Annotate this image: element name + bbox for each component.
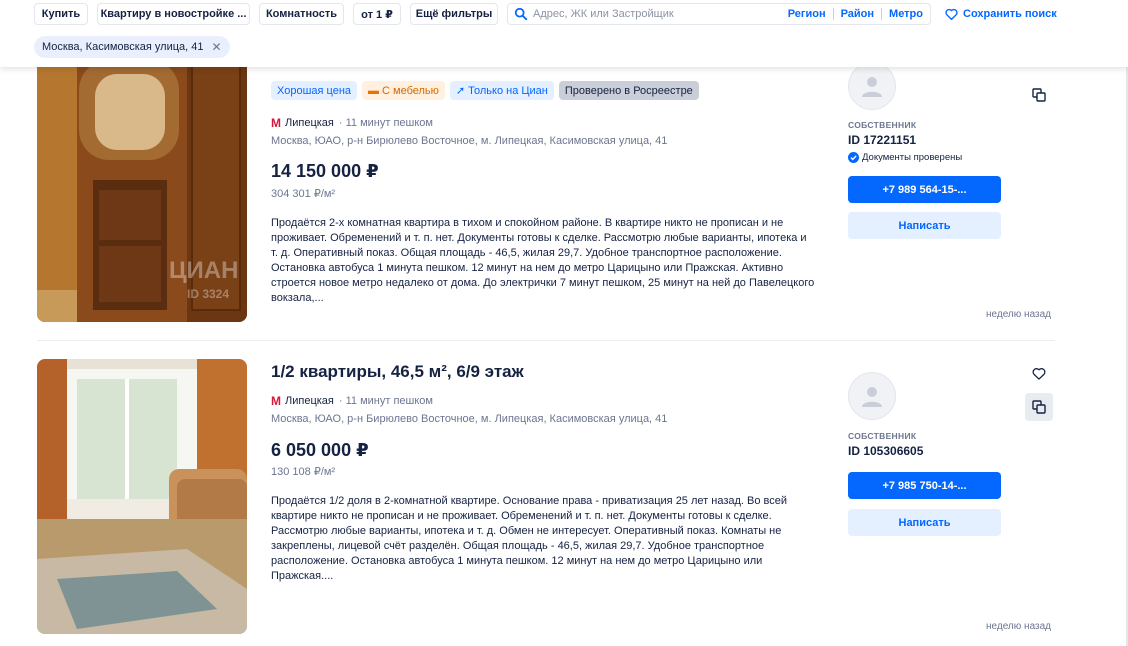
price-button[interactable]: от 1 ₽	[353, 3, 401, 25]
price-per-meter: 130 108 ₽/м²	[271, 466, 336, 478]
region-link[interactable]: Регион	[781, 8, 833, 20]
heart-icon	[1032, 367, 1046, 380]
listing-price: 14 150 000 ₽	[271, 161, 379, 181]
avatar	[848, 372, 896, 420]
owner-id: ID 105306605	[848, 444, 924, 458]
write-button[interactable]: Написать	[848, 509, 1001, 536]
good-price-badge: Хорошая цена	[271, 81, 358, 100]
furniture-badge: ▬ С мебелью	[362, 81, 445, 100]
sofa-icon: ▬	[368, 84, 380, 97]
docs-checked: Документы проверены	[848, 152, 962, 163]
metro-icon: M	[271, 116, 281, 130]
rooms-button[interactable]: Комнатность	[259, 3, 344, 25]
listing-photo[interactable]: ЦИАН ID 3324	[37, 40, 247, 322]
listing-title[interactable]: 1/2 квартиры, 46,5 м², 6/9 этаж	[271, 362, 524, 382]
only-cian-badge-label: Только на Циан	[468, 84, 548, 97]
metro-link[interactable]: Метро	[882, 8, 930, 20]
furniture-badge-label: С мебелью	[382, 84, 439, 97]
posted-date: неделю назад	[986, 309, 1051, 320]
compare-button[interactable]	[1025, 81, 1053, 109]
watermark-text: ЦИАН	[169, 257, 238, 284]
metro-station[interactable]: Липецкая	[285, 395, 334, 407]
user-icon	[862, 77, 882, 97]
save-search-button[interactable]: Сохранить поиск	[945, 3, 1057, 25]
location-chip-label: Москва, Касимовская улица, 41	[42, 41, 204, 53]
filter-bar: Купить Квартиру в новостройке ... Комнат…	[0, 0, 1128, 67]
more-filters-button[interactable]: Ещё фильтры	[410, 3, 498, 25]
search-icon	[514, 7, 528, 21]
listing-address[interactable]: Москва, ЮАО, р-н Бирюлево Восточное, м. …	[271, 413, 667, 425]
deal-type-button[interactable]: Купить	[34, 3, 88, 25]
show-phone-button[interactable]: +7 985 750-14-...	[848, 472, 1001, 499]
district-link[interactable]: Район	[834, 8, 881, 20]
location-chip[interactable]: Москва, Касимовская улица, 41 ✕	[34, 36, 230, 58]
compare-icon	[1032, 88, 1046, 102]
metro-distance: · 11 минут пешком	[338, 117, 433, 129]
only-cian-badge: ➚ Только на Циан	[449, 81, 554, 100]
rosreestr-badge: Проверено в Росреестре	[558, 81, 699, 100]
metro-station[interactable]: Липецкая	[285, 117, 334, 129]
owner-role: СОБСТВЕННИК	[848, 120, 917, 130]
search-placeholder: Адрес, ЖК или Застройщик	[533, 8, 674, 20]
hallway-photo: ЦИАН ID 3324	[37, 40, 247, 322]
compare-icon	[1032, 400, 1046, 414]
docs-checked-label: Документы проверены	[862, 152, 963, 163]
favorite-button[interactable]	[1025, 359, 1053, 387]
listing-address[interactable]: Москва, ЮАО, р-н Бирюлево Восточное, м. …	[271, 135, 667, 147]
verified-icon	[848, 152, 859, 163]
avatar	[848, 62, 896, 110]
room-photo	[37, 359, 247, 634]
listing-price: 6 050 000 ₽	[271, 440, 369, 460]
rocket-icon: ➚	[455, 85, 466, 97]
heart-icon	[945, 8, 958, 20]
owner-id: ID 17221151	[848, 133, 917, 147]
show-phone-button[interactable]: +7 989 564-15-...	[848, 176, 1001, 203]
write-button[interactable]: Написать	[848, 212, 1001, 239]
listing-card[interactable]: 1/2 квартиры, 46,5 м², 6/9 этаж M Липецк…	[0, 341, 1128, 646]
listing-description: Продаётся 1/2 доля в 2-комнатной квартир…	[271, 495, 788, 582]
price-per-meter: 304 301 ₽/м²	[271, 188, 336, 200]
metro-icon: M	[271, 394, 281, 408]
listing-photo[interactable]	[37, 359, 247, 634]
close-icon[interactable]: ✕	[212, 40, 222, 54]
user-icon	[862, 387, 882, 407]
owner-role: СОБСТВЕННИК	[848, 431, 917, 441]
watermark-id: ID 3324	[187, 287, 229, 301]
compare-button[interactable]	[1025, 393, 1053, 421]
metro-info: M Липецкая · 11 минут пешком	[271, 116, 433, 130]
posted-date: неделю назад	[986, 621, 1051, 632]
metro-distance: · 11 минут пешком	[338, 395, 433, 407]
search-input[interactable]: Адрес, ЖК или Застройщик Регион Район Ме…	[507, 3, 931, 25]
save-search-label: Сохранить поиск	[963, 8, 1057, 20]
listing-description: Продаётся 2-х комнатная квартира в тихом…	[271, 217, 815, 304]
badge-row: Хорошая цена ▬ С мебелью ➚ Только на Циан …	[271, 81, 699, 100]
metro-info: M Липецкая · 11 минут пешком	[271, 394, 433, 408]
property-type-button[interactable]: Квартиру в новостройке ...	[97, 3, 250, 25]
